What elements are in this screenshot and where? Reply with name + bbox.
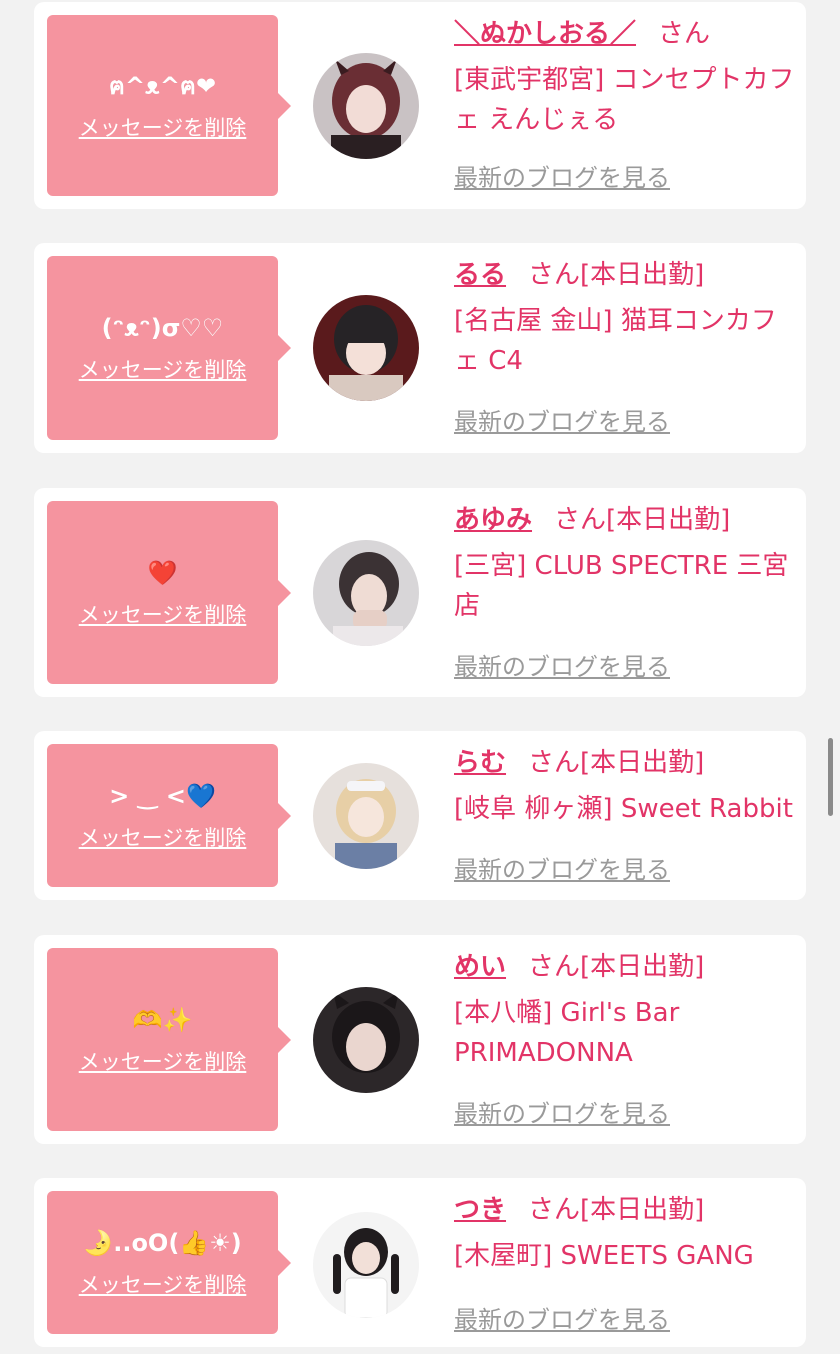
latest-blog-link[interactable]: 最新のブログを見る [454, 850, 670, 885]
cast-name-line: るる さん[本日出勤] [454, 257, 799, 301]
status-label: [本日出勤] [580, 952, 705, 982]
latest-blog-link[interactable]: 最新のブログを見る [454, 1094, 670, 1129]
latest-blog-link[interactable]: 最新のブログを見る [454, 158, 670, 193]
message-bubble: (ᵔᴥᵔ)σ♡♡ メッセージを削除 [47, 256, 291, 440]
shop-name: [岐阜 柳ヶ瀬] Sweet Rabbit [454, 794, 793, 824]
honorific: さん [528, 1195, 581, 1225]
message-card: ฅ^ᴥ^ฅ❤ メッセージを削除 ＼ぬかしおる／ さん [東武宇都宮] コンセプトカ… [34, 2, 806, 209]
message-bubble: ❤️ メッセージを削除 [47, 501, 291, 684]
cast-name-link[interactable]: あゆみ [454, 505, 532, 535]
shop-name: [名古屋 金山] 猫耳コンカフェ C4 [454, 306, 777, 376]
cast-info: めい さん[本日出勤] [本八幡] Girl's Bar PRIMADONNA 最… [454, 949, 799, 1128]
cast-name-link[interactable]: るる [454, 260, 506, 290]
status-label: [本日出勤] [580, 748, 705, 778]
delete-message-link[interactable]: メッセージを削除 [79, 822, 247, 852]
honorific: さん [528, 260, 581, 290]
avatar[interactable] [313, 295, 419, 401]
message-card: 🌛..oO(👍☀) メッセージを削除 つき さん[本日出勤] [木屋町] SWEE… [34, 1178, 806, 1347]
message-text: ฅ^ᴥ^ฅ❤ [108, 71, 217, 100]
cast-name-line: ＼ぬかしおる／ さん [454, 16, 799, 60]
cast-info: あゆみ さん[本日出勤] [三宮] CLUB SPECTRE 三宮店 最新のブログ… [454, 502, 799, 681]
shop-name: [東武宇都宮] コンセプトカフェ えんじぇる [454, 65, 795, 135]
message-bubble: 🫶✨ メッセージを削除 [47, 948, 291, 1131]
cast-name-link[interactable]: めい [454, 952, 506, 982]
message-bubble: > ‿ <💙 メッセージを削除 [47, 744, 291, 887]
honorific: さん [528, 952, 581, 982]
shop-name: [木屋町] SWEETS GANG [454, 1241, 754, 1271]
cast-name-line: らむ さん[本日出勤] [454, 745, 799, 789]
honorific: さん [658, 19, 711, 49]
cast-name-line: つき さん[本日出勤] [454, 1192, 799, 1236]
message-list: ฅ^ᴥ^ฅ❤ メッセージを削除 ＼ぬかしおる／ さん [東武宇都宮] コンセプトカ… [0, 0, 840, 1354]
message-text: ❤️ [147, 558, 178, 587]
message-text: 🫶✨ [132, 1005, 193, 1034]
cast-name-link[interactable]: ＼ぬかしおる／ [454, 19, 636, 49]
avatar[interactable] [313, 1212, 419, 1318]
avatar[interactable] [313, 987, 419, 1093]
latest-blog-link[interactable]: 最新のブログを見る [454, 402, 670, 437]
message-card: > ‿ <💙 メッセージを削除 らむ さん[本日出勤] [岐阜 柳ヶ瀬] Swee… [34, 731, 806, 900]
shop-name: [本八幡] Girl's Bar PRIMADONNA [454, 998, 680, 1068]
message-text: (ᵔᴥᵔ)σ♡♡ [101, 314, 224, 342]
cast-info: ＼ぬかしおる／ さん [東武宇都宮] コンセプトカフェ えんじぇる 最新のブログを… [454, 16, 799, 192]
message-text: > ‿ <💙 [109, 781, 216, 810]
message-text: 🌛..oO(👍☀) [83, 1228, 242, 1257]
shop-name: [三宮] CLUB SPECTRE 三宮店 [454, 551, 789, 621]
avatar[interactable] [313, 53, 419, 159]
cast-info: るる さん[本日出勤] [名古屋 金山] 猫耳コンカフェ C4 最新のブログを見る [454, 257, 799, 436]
cast-info: らむ さん[本日出勤] [岐阜 柳ヶ瀬] Sweet Rabbit 最新のブログを… [454, 745, 799, 884]
avatar[interactable] [313, 540, 419, 646]
cast-name-link[interactable]: つき [454, 1195, 506, 1225]
message-card: ❤️ メッセージを削除 あゆみ さん[本日出勤] [三宮] CLUB SPECTR… [34, 488, 806, 697]
status-label: [本日出勤] [580, 1195, 705, 1225]
scrollbar[interactable] [828, 738, 833, 816]
avatar[interactable] [313, 763, 419, 869]
message-bubble: 🌛..oO(👍☀) メッセージを削除 [47, 1191, 291, 1334]
cast-name-line: めい さん[本日出勤] [454, 949, 799, 993]
delete-message-link[interactable]: メッセージを削除 [79, 1269, 247, 1299]
latest-blog-link[interactable]: 最新のブログを見る [454, 1300, 670, 1335]
status-label: [本日出勤] [606, 505, 731, 535]
message-card: (ᵔᴥᵔ)σ♡♡ メッセージを削除 るる さん[本日出勤] [名古屋 金山] 猫耳… [34, 243, 806, 453]
honorific: さん [554, 505, 607, 535]
message-card: 🫶✨ メッセージを削除 めい さん[本日出勤] [本八幡] Girl's Bar … [34, 935, 806, 1144]
delete-message-link[interactable]: メッセージを削除 [79, 599, 247, 629]
delete-message-link[interactable]: メッセージを削除 [79, 354, 247, 384]
status-label: [本日出勤] [580, 260, 705, 290]
honorific: さん [528, 748, 581, 778]
cast-name-link[interactable]: らむ [454, 748, 506, 778]
cast-info: つき さん[本日出勤] [木屋町] SWEETS GANG 最新のブログを見る [454, 1192, 799, 1334]
cast-name-line: あゆみ さん[本日出勤] [454, 502, 799, 546]
delete-message-link[interactable]: メッセージを削除 [79, 1046, 247, 1076]
delete-message-link[interactable]: メッセージを削除 [79, 112, 247, 142]
latest-blog-link[interactable]: 最新のブログを見る [454, 647, 670, 682]
message-bubble: ฅ^ᴥ^ฅ❤ メッセージを削除 [47, 15, 291, 196]
